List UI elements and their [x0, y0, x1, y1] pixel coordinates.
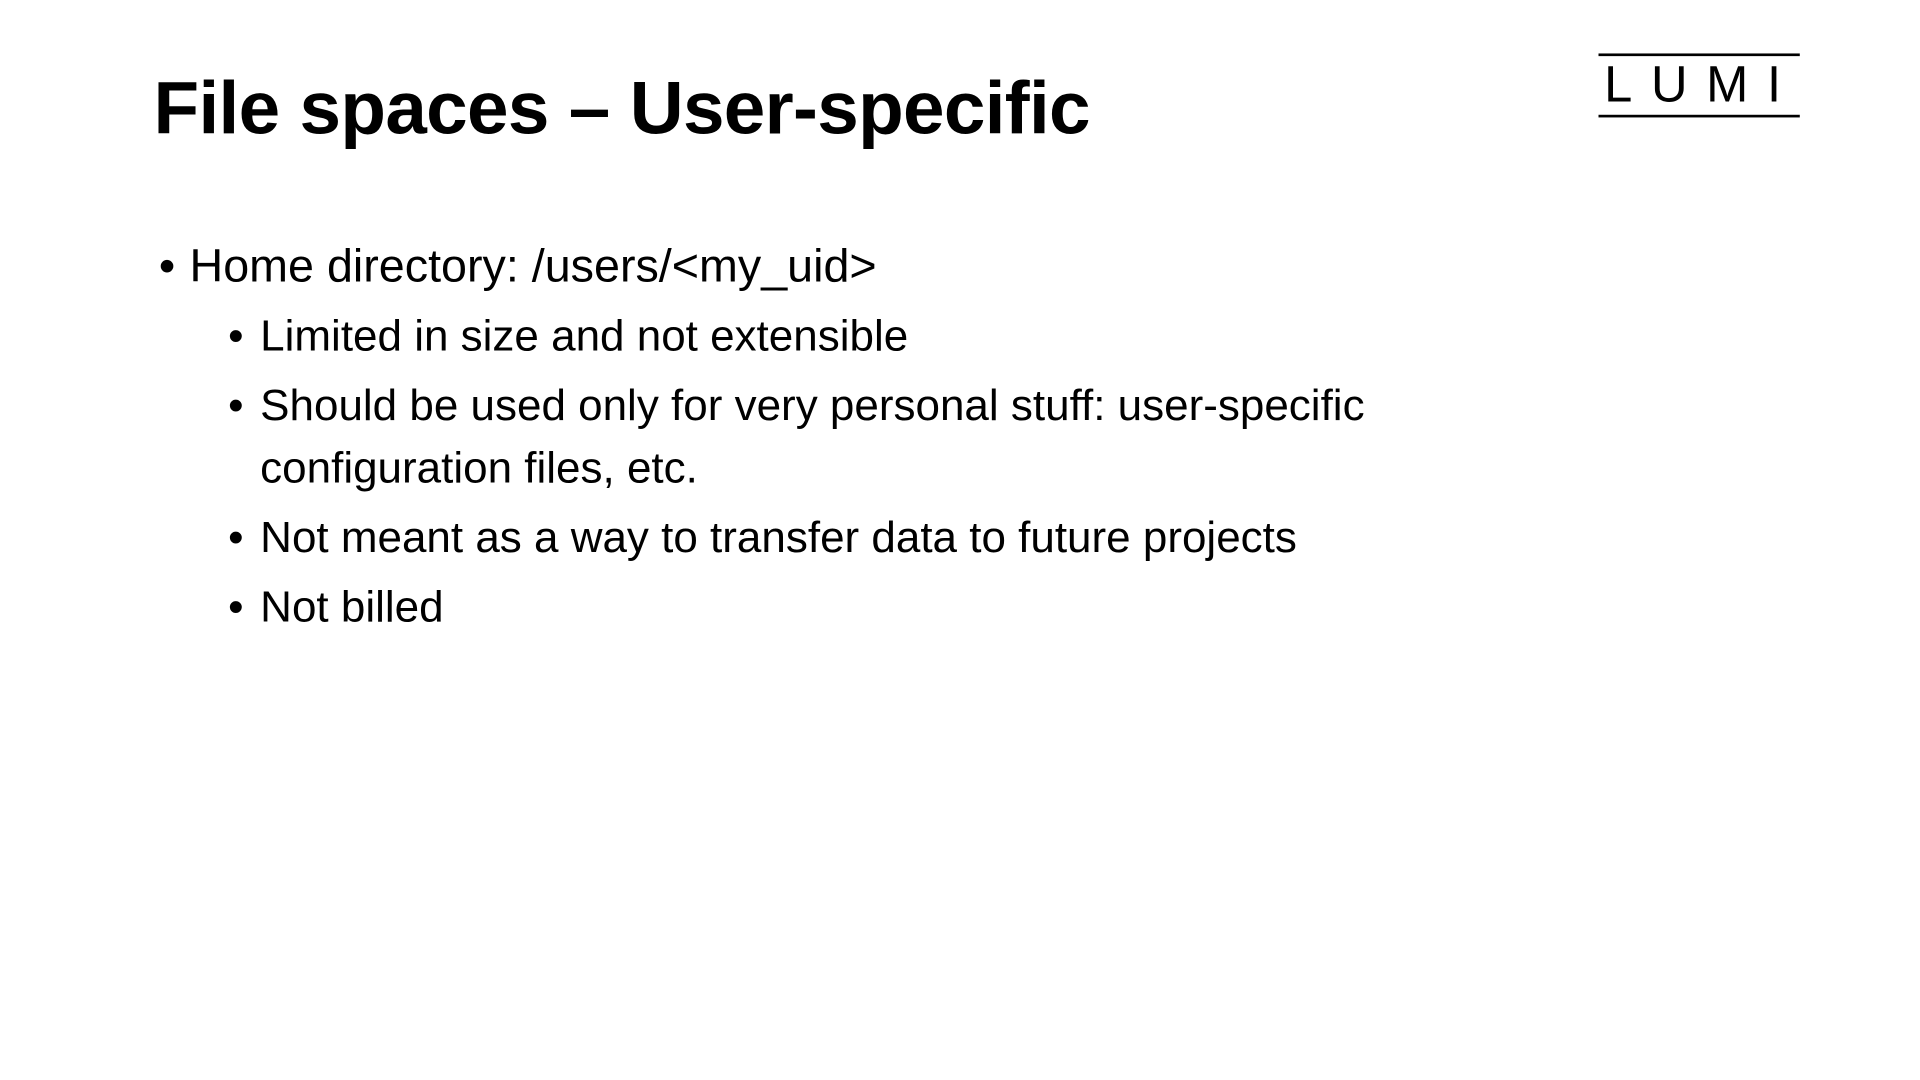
list-item: Not meant as a way to transfer data to f…: [154, 506, 1574, 570]
list-item: Limited in size and not extensible: [154, 304, 1574, 368]
list-item: Should be used only for very personal st…: [154, 373, 1574, 501]
logo: LUMI: [1599, 53, 1800, 117]
bullet-list: Home directory: /users/<my_uid> Limited …: [154, 233, 1574, 638]
slide-content: Home directory: /users/<my_uid> Limited …: [154, 233, 1574, 644]
list-item: Not billed: [154, 575, 1574, 639]
list-item: Home directory: /users/<my_uid>: [154, 233, 1574, 301]
slide-container: LUMI File spaces – User-specific Home di…: [0, 0, 1920, 1080]
slide-title: File spaces – User-specific: [154, 64, 1090, 151]
